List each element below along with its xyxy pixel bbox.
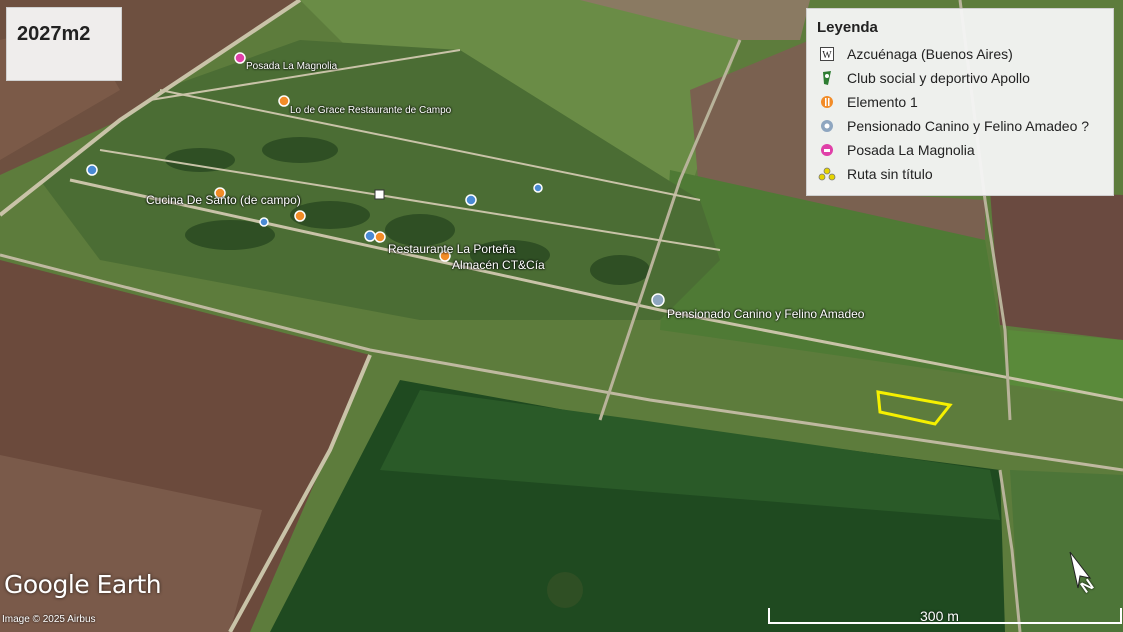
scale-bar-label: 300 m <box>920 608 959 624</box>
map-label-lo-de-grace: Lo de Grace Restaurante de Campo <box>290 105 452 116</box>
map-label-cucina: Cucina De Santo (de campo) <box>146 193 301 207</box>
place-pin-icon <box>817 117 837 135</box>
google-earth-logo: Google Earth <box>4 570 162 599</box>
legend-item[interactable]: Posada La Magnolia <box>817 138 1103 162</box>
hotel-icon <box>817 141 837 159</box>
food-pin-icon[interactable] <box>294 210 306 222</box>
bus-stop-icon[interactable] <box>465 194 477 206</box>
area-label: 2027m2 <box>17 23 91 45</box>
place-pin-icon[interactable] <box>651 293 665 307</box>
area-label-box: 2027m2 <box>6 7 122 81</box>
map-label-posada: Posada La Magnolia <box>246 61 338 72</box>
food-pin-icon[interactable] <box>374 231 386 243</box>
legend-item[interactable]: Elemento 1 <box>817 90 1103 114</box>
legend-panel: Leyenda W Azcuénaga (Buenos Aires) Club … <box>806 8 1114 196</box>
legend-item-label: Ruta sin título <box>847 166 933 182</box>
food-pin-icon[interactable] <box>278 95 290 107</box>
bus-stop-icon[interactable] <box>86 164 98 176</box>
wikipedia-icon: W <box>817 45 837 63</box>
legend-item-label: Elemento 1 <box>847 94 918 110</box>
legend-item-label: Club social y deportivo Apollo <box>847 70 1030 86</box>
map-label-almacen: Almacén CT&Cía <box>452 258 545 272</box>
sports-icon <box>817 69 837 87</box>
food-icon <box>817 93 837 111</box>
legend-item[interactable]: Ruta sin título <box>817 162 1103 186</box>
legend-item[interactable]: Club social y deportivo Apollo <box>817 66 1103 90</box>
legend-item[interactable]: W Azcuénaga (Buenos Aires) <box>817 42 1103 66</box>
map-label-pensionado: Pensionado Canino y Felino Amadeo <box>667 307 865 321</box>
legend-title: Leyenda <box>817 19 878 36</box>
map-label-restaurante: Restaurante La Porteña <box>388 242 516 256</box>
svg-text:W: W <box>822 50 832 61</box>
bus-stop-icon[interactable] <box>364 230 376 242</box>
scale-bar: 300 m <box>768 608 1122 624</box>
info-pin-icon[interactable] <box>259 217 269 227</box>
field-far-right-brown <box>990 190 1123 340</box>
hotel-pin-icon[interactable] <box>234 52 246 64</box>
legend-item-label: Pensionado Canino y Felino Amadeo ? <box>847 118 1090 134</box>
legend-item[interactable]: Pensionado Canino y Felino Amadeo ? <box>817 114 1103 138</box>
legend-item-label: Posada La Magnolia <box>847 142 975 158</box>
legend-item-label: Azcuénaga (Buenos Aires) <box>847 46 1013 62</box>
route-icon <box>817 165 837 183</box>
imagery-credit: Image © 2025 Airbus <box>2 614 96 625</box>
info-pin-icon[interactable] <box>533 183 543 193</box>
wikipedia-pin-icon[interactable] <box>374 189 385 200</box>
